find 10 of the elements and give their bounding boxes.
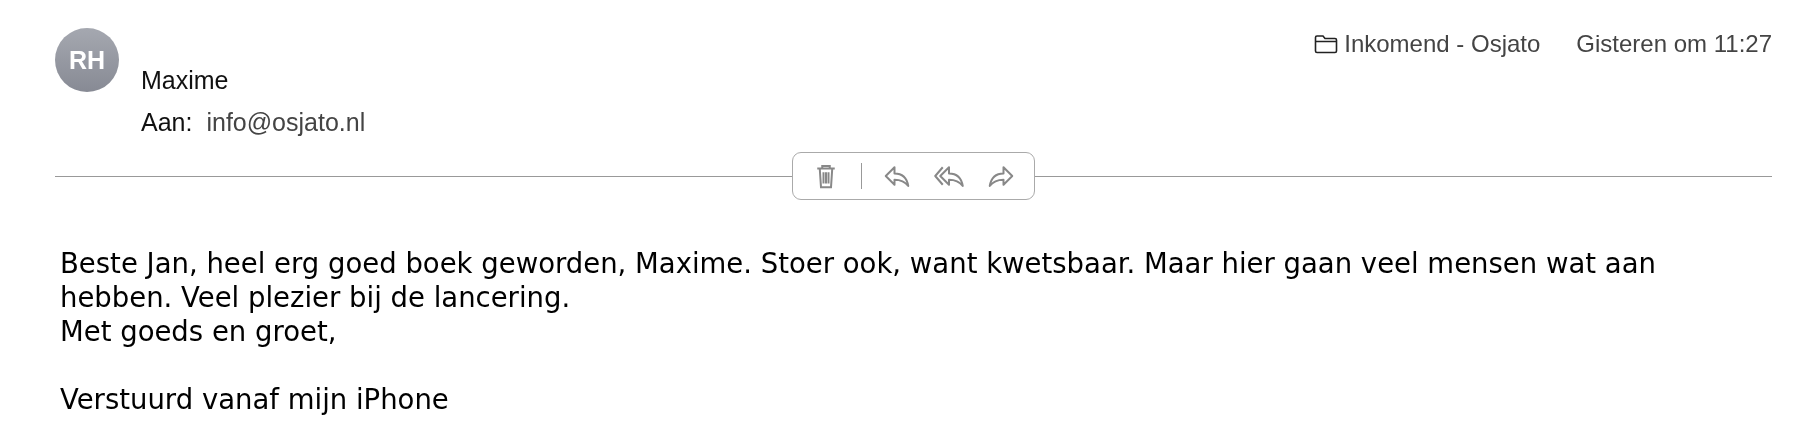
- message-text: Verstuurd vanaf mijn iPhone: [60, 382, 450, 416]
- message-text: Beste Jan, heel erg goed boek geworden, Maxime. Stoer ook, want kwetsbaar. Maar hier gaan veel mensen wat aan hebben. Veel plezier bij de lancering.: [60, 246, 1657, 314]
- email-subject: Maxime: [141, 65, 230, 96]
- folder-icon: [1314, 34, 1339, 54]
- mailbox-name: Inkomend - Osjato: [1344, 30, 1541, 58]
- recipient-label: Aan:: [141, 107, 193, 138]
- email-date: Gisteren om 11:27: [1576, 30, 1772, 58]
- recipient-address: info@osjato.nl: [206, 107, 366, 138]
- message-text: Met goeds en groet,: [60, 314, 338, 348]
- avatar: RH: [55, 28, 119, 92]
